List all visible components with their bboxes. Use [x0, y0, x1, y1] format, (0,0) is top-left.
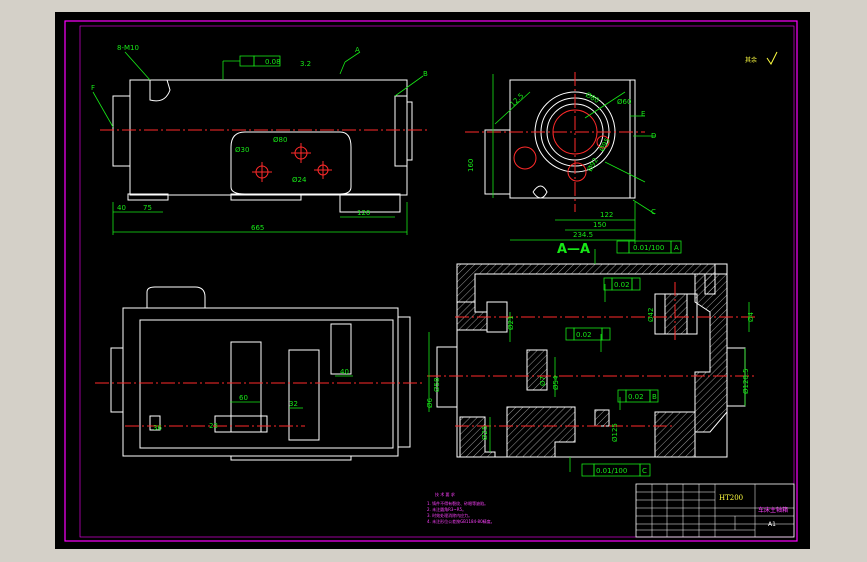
ref-d: D	[651, 132, 656, 140]
ref-f: F	[91, 84, 95, 92]
front-dim-32: 32	[289, 400, 298, 408]
section-dim-d21: Ø21	[507, 316, 515, 330]
thread-label: 8-M10	[117, 44, 139, 52]
section-title: A—A	[557, 242, 590, 257]
material-text: HT200	[719, 494, 743, 502]
dim-d24: Ø24	[292, 176, 307, 184]
section-dim-d42: Ø42	[647, 308, 655, 322]
section-dim-d6: Ø6	[426, 397, 434, 408]
ref-b: B	[423, 70, 428, 78]
section-datum-a-top: A	[674, 244, 679, 252]
section-dim-d120-5: Ø120.5	[742, 368, 750, 394]
section-a-a	[427, 240, 755, 477]
drawing-canvas: 0.08 3.2 8-M10 A B F 40 75 120 665 Ø30 Ø…	[64, 20, 798, 542]
section-datum-b: B	[652, 393, 657, 401]
sheet-size-text: A1	[768, 521, 776, 528]
cad-viewport[interactable]: 0.08 3.2 8-M10 A B F 40 75 120 665 Ø30 Ø…	[55, 12, 810, 549]
part-name-text: 车床主轴箱	[758, 506, 788, 514]
section-tol-top: 0.01/100	[633, 244, 664, 252]
side-dim-160: 160	[467, 159, 475, 172]
outer-border	[64, 20, 798, 542]
section-dim-d4: Ø4	[747, 311, 755, 322]
notes-heading: 技 术 要 求	[435, 491, 455, 497]
front-dim-40: 40	[340, 368, 349, 376]
front-view	[95, 286, 425, 461]
dim-120: 120	[357, 209, 370, 217]
dim-665: 665	[251, 224, 264, 232]
notes-line-3: 3. 时效处理消除内应力。	[427, 512, 472, 518]
side-dim-122: 122	[600, 211, 613, 219]
side-dim-150: 150	[593, 221, 606, 229]
dim-75: 75	[143, 204, 152, 212]
section-tol-02a: 0.02	[614, 281, 630, 289]
section-dim-d58: Ø58	[433, 378, 441, 392]
side-dim-d60: Ø60	[617, 98, 631, 106]
roughness-value: 3.2	[300, 60, 311, 68]
front-dim-36: 36	[153, 424, 162, 432]
section-dim-d54: Ø54	[552, 375, 560, 390]
section-datum-c: C	[642, 467, 647, 475]
inner-border	[79, 25, 795, 538]
section-tol-bottom: 0.01/100	[596, 467, 627, 475]
ref-a: A	[355, 46, 360, 54]
side-dim-234-5: 234.5	[573, 231, 593, 239]
section-dim-d125: Ø125	[611, 423, 619, 442]
roughness-mark-label: 其余	[745, 56, 757, 64]
section-dim-d7: Ø7	[539, 376, 547, 386]
notes-line-4: 4. 未注形位公差按GB1184-80精度。	[427, 518, 495, 524]
section-dim-d25: Ø25	[481, 426, 489, 440]
side-dim-d95: Ø95	[598, 137, 612, 153]
front-dim-60: 60	[239, 394, 248, 402]
flatness-tol-value: 0.08	[265, 58, 281, 66]
side-dim-12-5: 12.5	[509, 92, 526, 109]
section-tol-02c: 0.02	[628, 393, 644, 401]
roughness-symbol	[766, 51, 778, 65]
front-dim-23: 23	[209, 422, 218, 430]
notes-line-1: 1. 铸件不得有裂纹、砂眼等缺陷。	[427, 500, 488, 506]
dim-d30: Ø30	[235, 146, 249, 154]
ref-c: C	[651, 208, 656, 216]
section-tol-02b: 0.02	[576, 331, 592, 339]
dim-40: 40	[117, 204, 126, 212]
dim-d80: Ø80	[273, 136, 287, 144]
ref-e: E	[641, 110, 645, 118]
notes-line-2: 2. 未注圆角R3~R5。	[427, 506, 466, 512]
